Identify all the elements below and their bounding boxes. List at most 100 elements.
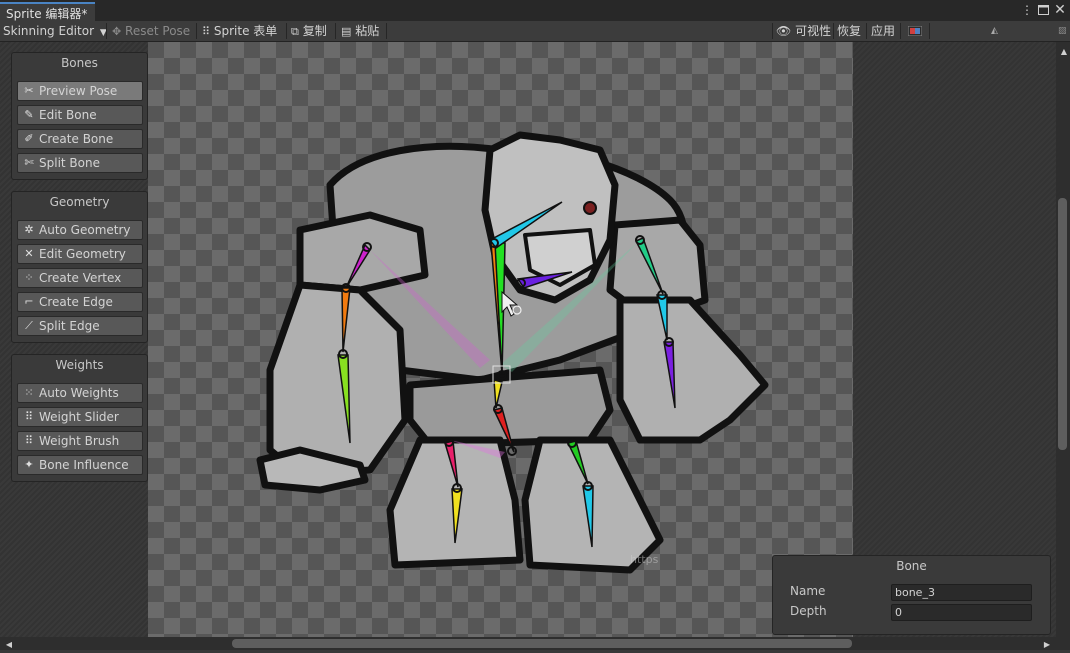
toolbar-divider <box>833 23 834 39</box>
geometry-panel: Geometry ✲ Auto Geometry ✕ Edit Geometry… <box>11 191 148 343</box>
edit-bone-label: Edit Bone <box>39 108 97 122</box>
toolbar-divider <box>386 23 387 39</box>
toolbar-divider <box>286 23 287 39</box>
create-bone-label: Create Bone <box>39 132 114 146</box>
scroll-up-icon[interactable]: ▲ <box>1057 44 1070 60</box>
reset-pose-label: Reset Pose <box>125 24 191 38</box>
bone-influence-label: Bone Influence <box>39 458 129 472</box>
create-bone-icon: ✐ <box>24 132 34 145</box>
mode-dropdown[interactable]: Skinning Editor ▼ <box>3 21 107 41</box>
slider-end-icon: ▨ <box>1058 26 1067 36</box>
preview-pose-icon: ✂ <box>24 84 34 97</box>
bones-panel-title: Bones <box>61 56 98 70</box>
edit-bone-icon: ✎ <box>24 108 34 121</box>
sprite-canvas[interactable]: https <box>148 42 853 637</box>
create-edge-button[interactable]: ⌐ Create Edge <box>17 292 143 312</box>
weight-brush-button[interactable]: ⠿ Weight Brush <box>17 431 143 451</box>
weight-slider-icon: ⠿ <box>24 410 34 423</box>
golem-right-arm <box>616 296 769 444</box>
edit-geometry-icon: ✕ <box>24 247 34 260</box>
sprite-sheet-label: Sprite 表单 <box>213 24 278 38</box>
auto-geometry-button[interactable]: ✲ Auto Geometry <box>17 220 143 240</box>
split-edge-icon: ⟋ <box>25 319 33 332</box>
golem-eye <box>583 201 597 215</box>
auto-weights-button[interactable]: ⁙ Auto Weights <box>17 383 143 403</box>
weight-slider-label: Weight Slider <box>39 410 119 424</box>
reset-pose-button[interactable]: ✥ Reset Pose <box>112 21 190 41</box>
vertical-scrollbar-thumb[interactable] <box>1058 198 1067 450</box>
sprite-sheet-button[interactable]: ⠿ Sprite 表单 <box>202 21 277 41</box>
horizontal-scrollbar-thumb[interactable] <box>232 639 852 648</box>
visibility-label: 可视性 <box>795 24 832 38</box>
close-icon[interactable]: ✕ <box>1053 2 1067 18</box>
toolbar-divider <box>196 23 197 39</box>
create-bone-button[interactable]: ✐ Create Bone <box>17 129 143 149</box>
apply-label: 应用 <box>871 24 896 38</box>
toolbar-divider <box>866 23 867 39</box>
create-vertex-button[interactable]: ⁘ Create Vertex <box>17 268 143 288</box>
edit-bone-button[interactable]: ✎ Edit Bone <box>17 105 143 125</box>
apply-button[interactable]: 应用 <box>871 21 895 41</box>
toolbar: Skinning Editor ▼ ✥ Reset Pose ⠿ Sprite … <box>0 21 1070 56</box>
toolbar-divider <box>335 23 336 39</box>
split-bone-icon: ✄ <box>24 156 34 169</box>
create-vertex-label: Create Vertex <box>39 271 122 285</box>
split-edge-button[interactable]: ⟋ Split Edge <box>17 316 143 336</box>
weight-brush-icon: ⠿ <box>24 434 34 447</box>
sprite-sheet-icon: ⠿ <box>202 25 211 38</box>
bone-depth-field[interactable]: 0 <box>891 604 1032 621</box>
auto-geometry-icon: ✲ <box>24 223 34 236</box>
golem-sprite <box>256 131 769 574</box>
scroll-left-icon[interactable]: ◀ <box>2 637 16 653</box>
split-edge-label: Split Edge <box>39 319 100 333</box>
paste-icon: ▤ <box>341 25 352 38</box>
create-edge-icon: ⌐ <box>24 295 34 308</box>
toolbar-divider <box>929 23 930 39</box>
eye-icon: 👁 <box>776 24 792 38</box>
revert-button[interactable]: 恢复 <box>837 21 861 41</box>
paste-label: 粘贴 <box>355 24 380 38</box>
mode-dropdown-label: Skinning Editor <box>3 24 94 38</box>
visibility-button[interactable]: 👁 可视性 <box>776 21 831 41</box>
paste-button[interactable]: ▤ 粘贴 <box>341 21 379 41</box>
editor-tab-title: Sprite 编辑器* <box>6 7 88 21</box>
bone-influence-button[interactable]: ✦ Bone Influence <box>17 455 143 475</box>
weight-slider-button[interactable]: ⠿ Weight Slider <box>17 407 143 427</box>
edit-geometry-label: Edit Geometry <box>39 247 126 261</box>
bone-name-field[interactable]: bone_3 <box>891 584 1032 601</box>
weights-panel: Weights ⁙ Auto Weights ⠿ Weight Slider ⠿… <box>11 354 148 482</box>
auto-weights-label: Auto Weights <box>39 386 119 400</box>
bones-panel: Bones ✂ Preview Pose ✎ Edit Bone ✐ Creat… <box>11 52 148 180</box>
bone-influence-icon: ✦ <box>24 458 34 471</box>
maximize-icon[interactable] <box>1036 2 1050 18</box>
preview-pose-label: Preview Pose <box>39 84 118 98</box>
geometry-panel-title: Geometry <box>49 195 110 209</box>
more-options-icon[interactable]: ⋮ <box>1020 2 1034 18</box>
scroll-right-icon[interactable]: ▶ <box>1040 637 1054 653</box>
golem-left-arm <box>266 281 409 479</box>
color-swatch-icon <box>907 25 923 37</box>
title-bar: Sprite 编辑器* ⋮ ✕ <box>0 0 1070 21</box>
copy-icon: ⧉ <box>291 25 299 38</box>
copy-button[interactable]: ⧉ 复制 <box>291 21 327 41</box>
opacity-icon: ◭ <box>991 26 998 36</box>
sprite-viewport[interactable]: https <box>148 42 853 637</box>
editor-tab[interactable]: Sprite 编辑器* <box>0 2 96 21</box>
edit-geometry-button[interactable]: ✕ Edit Geometry <box>17 244 143 264</box>
split-bone-label: Split Bone <box>39 156 100 170</box>
bone-depth-label: Depth <box>790 604 827 618</box>
revert-label: 恢复 <box>837 24 862 38</box>
copy-label: 复制 <box>302 24 327 38</box>
bone-name-label: Name <box>790 584 826 598</box>
preview-pose-button[interactable]: ✂ Preview Pose <box>17 81 143 101</box>
reset-pose-icon: ✥ <box>112 25 122 38</box>
split-bone-button[interactable]: ✄ Split Bone <box>17 153 143 173</box>
bone-inspector-panel: Bone Name bone_3 Depth 0 <box>772 555 1051 635</box>
create-vertex-icon: ⁘ <box>24 271 34 284</box>
auto-geometry-label: Auto Geometry <box>39 223 131 237</box>
create-edge-label: Create Edge <box>39 295 113 309</box>
color-channel-button[interactable] <box>907 21 923 41</box>
toolbar-divider <box>900 23 901 39</box>
toolbar-divider <box>106 23 107 39</box>
toolbar-divider <box>772 23 773 39</box>
